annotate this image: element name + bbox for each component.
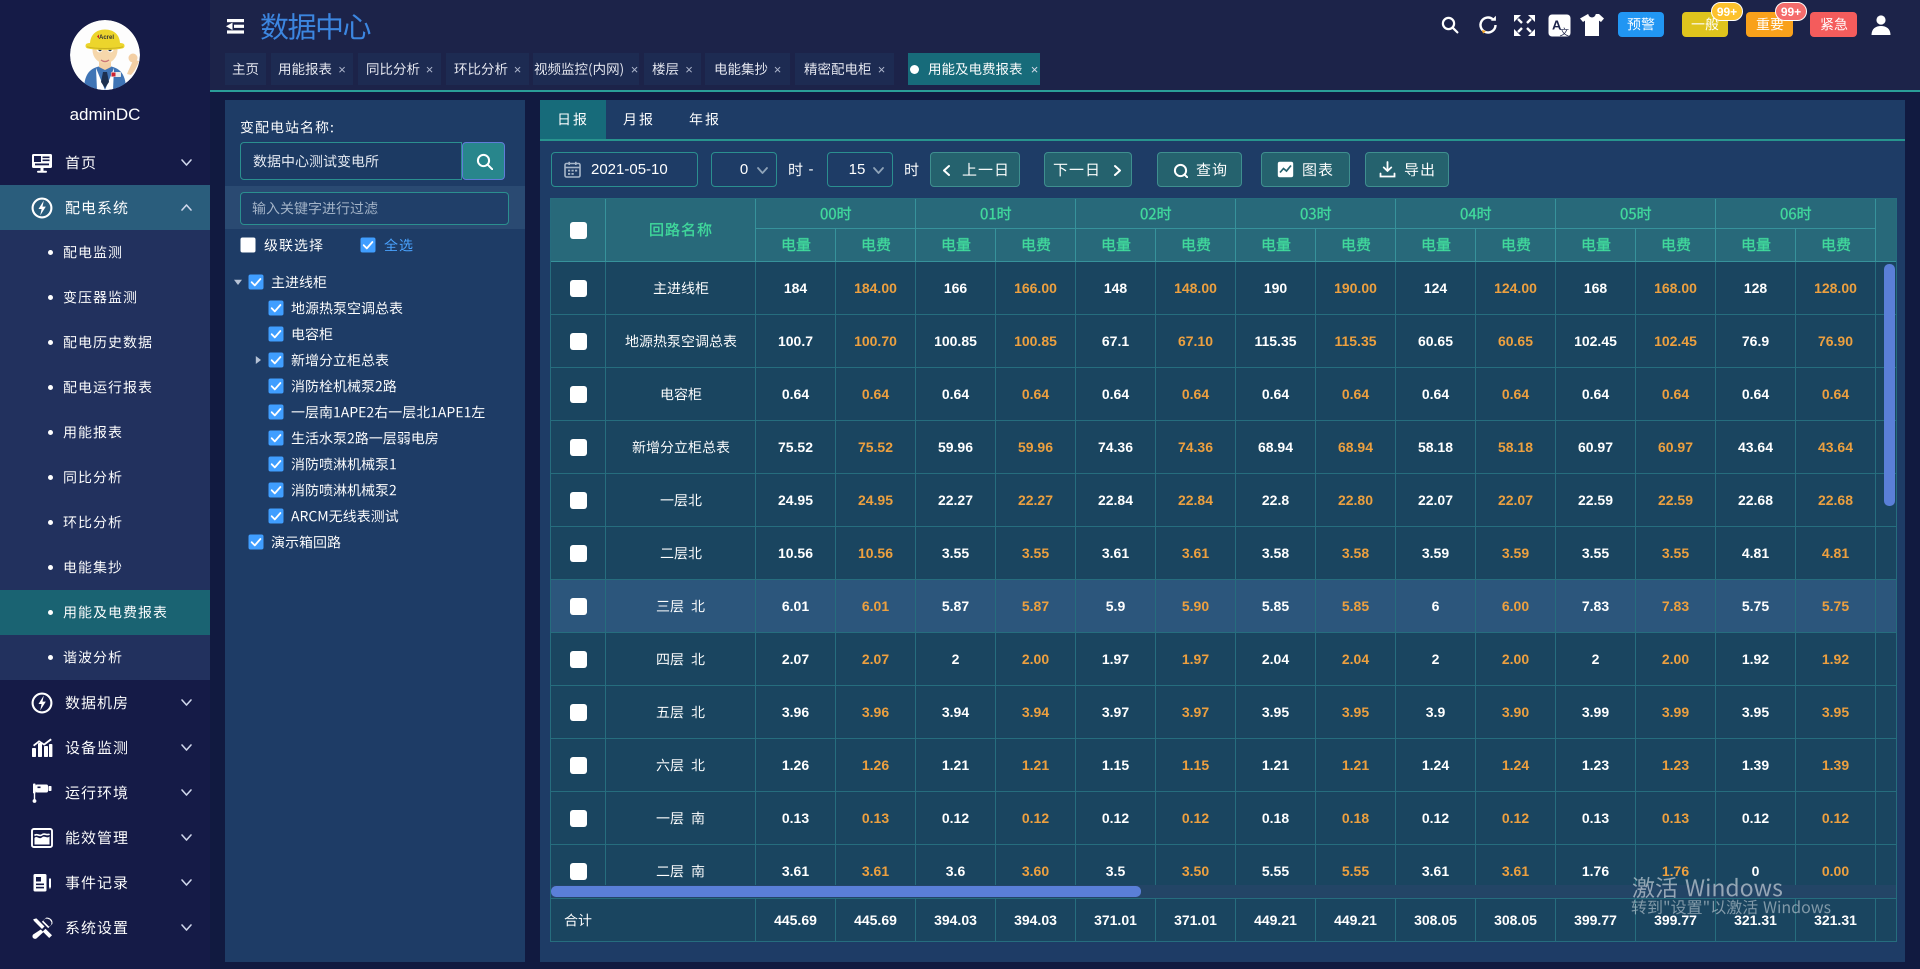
svg-text:A: A bbox=[1552, 18, 1562, 33]
svg-text:Acrel: Acrel bbox=[99, 35, 114, 41]
